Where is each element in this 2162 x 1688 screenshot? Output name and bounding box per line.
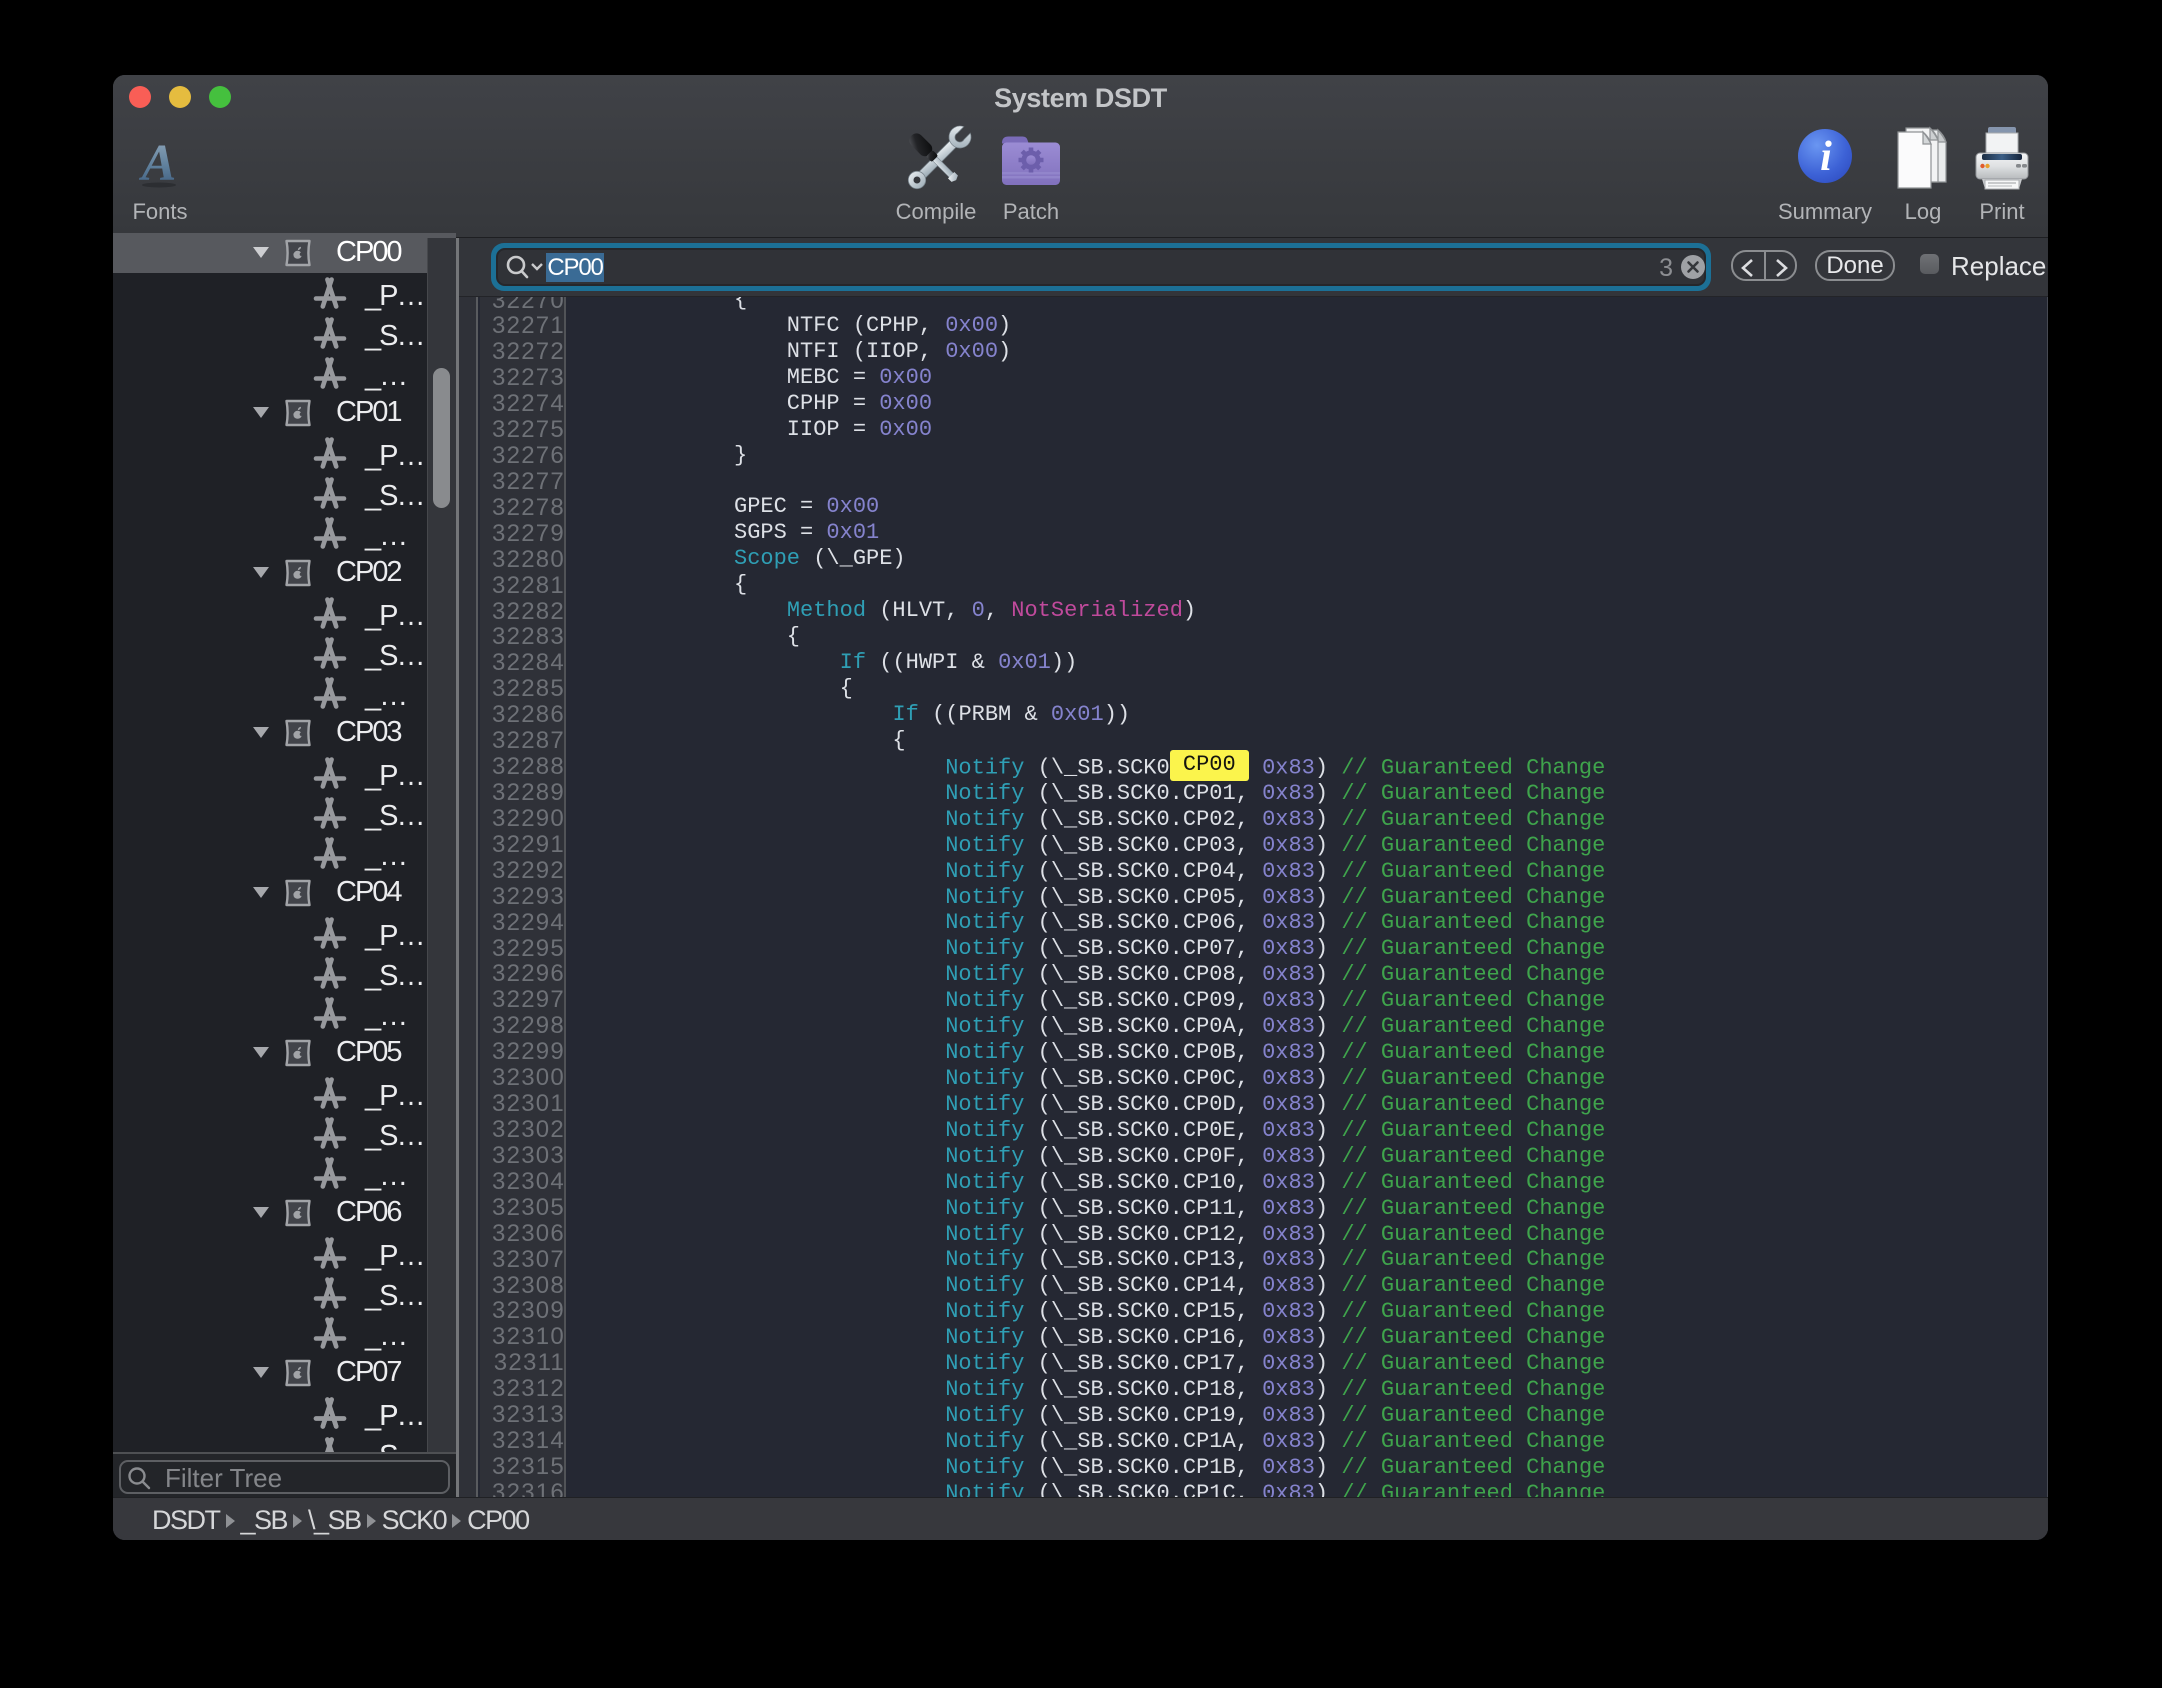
svg-text:i: i: [1820, 134, 1832, 180]
svg-text:A: A: [139, 136, 176, 188]
